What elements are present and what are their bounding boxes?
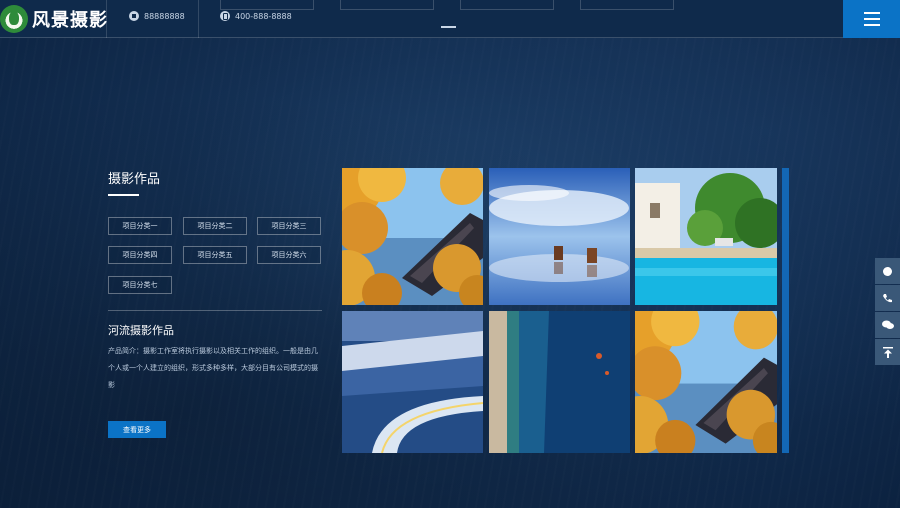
category-button[interactable]: 项目分类七 — [108, 276, 172, 294]
wechat-icon-glyph — [881, 320, 894, 329]
wechat-icon[interactable] — [875, 312, 900, 338]
gallery-image-coastal-town[interactable] — [342, 311, 483, 453]
gallery-image-villa-pool[interactable] — [635, 168, 777, 305]
section-title: 摄影作品 — [108, 172, 161, 187]
home-icon — [129, 11, 139, 21]
nav-tab[interactable] — [580, 0, 674, 10]
view-more-button[interactable]: 查看更多 — [108, 421, 166, 438]
category-button[interactable]: 项目分类一 — [108, 217, 172, 235]
title-underline — [108, 194, 139, 196]
site-logo[interactable]: 风景摄影 — [0, 4, 108, 34]
category-button[interactable]: 项目分类五 — [183, 246, 247, 264]
site-header: 风景摄影 88888888 400-888-8888 — [0, 0, 900, 38]
gallery-image-aerial-breakwater[interactable] — [489, 311, 630, 453]
floating-toolbar — [875, 258, 900, 366]
header-divider — [198, 0, 199, 38]
category-button[interactable]: 项目分类六 — [257, 246, 321, 264]
back-to-top-icon-glyph — [882, 346, 893, 358]
back-to-top-icon[interactable] — [875, 339, 900, 365]
hamburger-icon-bar — [863, 12, 880, 14]
phone-icon[interactable] — [875, 285, 900, 311]
contact-phone: 400-888-8888 — [220, 11, 292, 21]
hamburger-icon-bar — [863, 18, 880, 20]
section-divider — [108, 310, 322, 311]
menu-button[interactable] — [843, 0, 900, 38]
category-button[interactable]: 项目分类三 — [257, 217, 321, 235]
contact-home: 88888888 — [129, 11, 185, 21]
category-button[interactable]: 项目分类四 — [108, 246, 172, 264]
hamburger-icon-bar — [863, 24, 880, 26]
category-button[interactable]: 项目分类二 — [183, 217, 247, 235]
logo-icon — [0, 5, 28, 33]
nav-tab[interactable] — [460, 0, 554, 10]
top-nav — [220, 0, 674, 10]
contact-home-text: 88888888 — [144, 11, 185, 21]
gallery-image-autumn-temple[interactable] — [342, 168, 483, 305]
phone-icon-glyph — [883, 293, 892, 302]
intro-description: 产品简介：摄影工作室将执行摄影以及相关工作的组织。一般是由几个人或一个人建立的组… — [108, 347, 318, 389]
nav-tab[interactable] — [340, 0, 434, 10]
gallery-image-horses-reflection[interactable] — [489, 168, 630, 305]
intro-title: 河流摄影作品 — [108, 324, 174, 337]
logo-text: 风景摄影 — [32, 10, 108, 31]
qq-icon-glyph — [883, 266, 892, 276]
qq-icon[interactable] — [875, 258, 900, 284]
photo-gallery — [342, 168, 778, 453]
gallery-scrollbar[interactable] — [782, 168, 789, 453]
phone-icon — [220, 11, 230, 21]
dropdown-indicator[interactable] — [441, 26, 456, 28]
header-divider — [106, 0, 107, 38]
nav-tab[interactable] — [220, 0, 314, 10]
gallery-image-autumn-temple-2[interactable] — [635, 311, 777, 453]
contact-phone-text: 400-888-8888 — [235, 11, 292, 21]
